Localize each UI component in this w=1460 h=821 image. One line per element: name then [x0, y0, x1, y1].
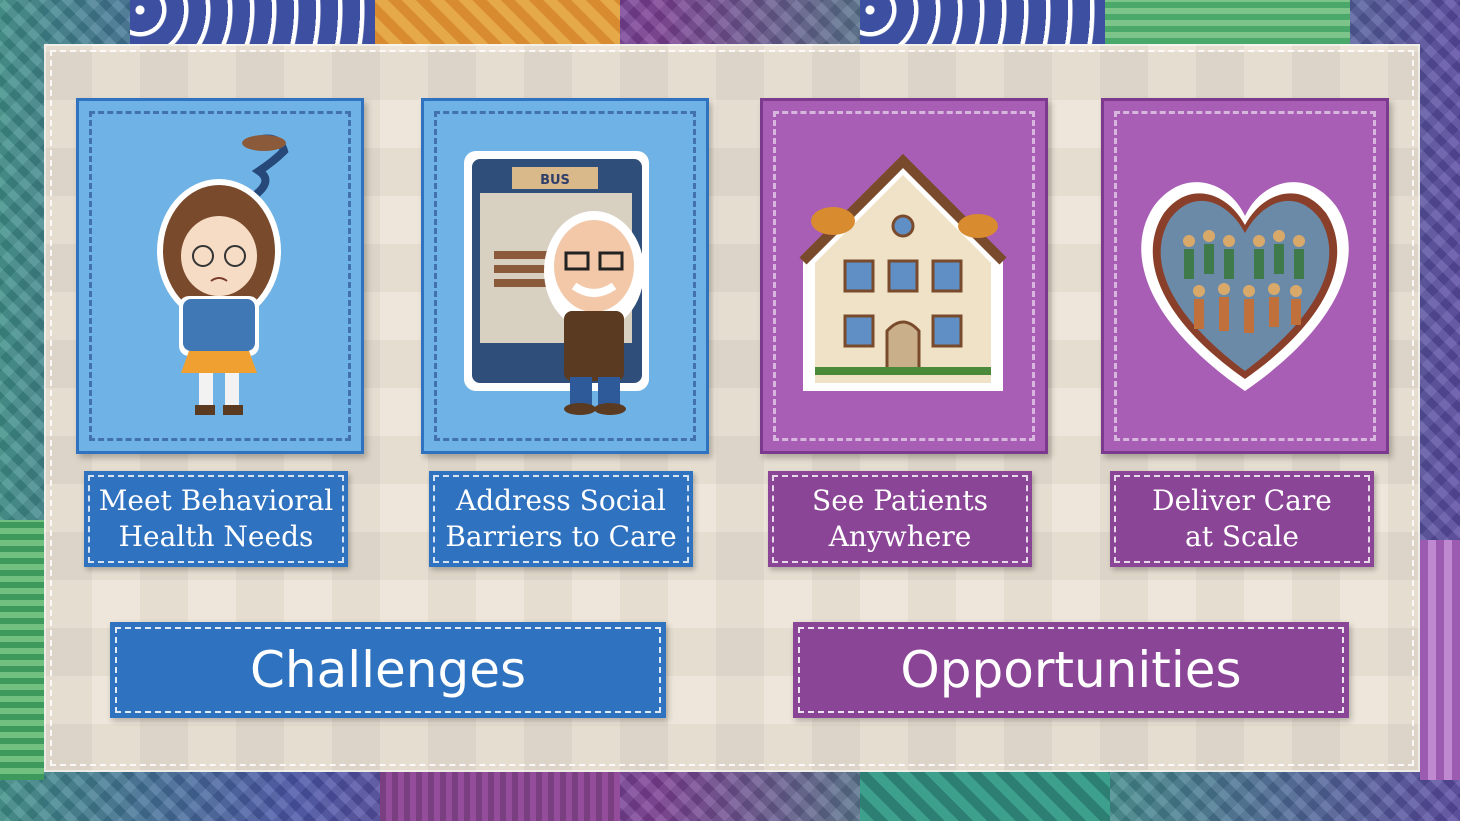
label-text: Deliver Care at Scale: [1152, 484, 1332, 553]
house-icon: [799, 153, 1007, 391]
border-patch-top-2: [375, 0, 620, 44]
elderly-man-at-bus-stop-icon: BUS: [464, 151, 649, 415]
opportunities-banner-text: Opportunities: [900, 641, 1242, 699]
label-deliver-care-at-scale: Deliver Care at Scale: [1110, 471, 1374, 567]
label-text: Meet Behavioral Health Needs: [98, 484, 334, 553]
bus-sign: BUS: [540, 173, 570, 188]
border-patch-top-4: [1105, 0, 1350, 44]
label-address-social-barriers: Address Social Barriers to Care: [429, 471, 693, 567]
border-patch-top: [130, 0, 375, 44]
border-patch-top-3: [860, 0, 1105, 44]
card-care-at-scale: [1101, 98, 1389, 454]
label-see-patients-anywhere: See Patients Anywhere: [768, 471, 1032, 567]
label-meet-behavioral-health-needs: Meet Behavioral Health Needs: [84, 471, 348, 567]
opportunities-banner: Opportunities: [793, 622, 1349, 718]
card-social-barriers: BUS: [421, 98, 709, 454]
quilt-slide: BUS Meet Behavioral Health Needs Address…: [0, 0, 1460, 821]
label-text: See Patients Anywhere: [812, 484, 988, 553]
card-behavioral-health: [76, 98, 364, 454]
challenges-banner: Challenges: [110, 622, 666, 718]
border-patch-bottom: [380, 772, 620, 821]
girl-with-storm-cloud-icon: [157, 134, 289, 415]
card-see-patients: [760, 98, 1048, 454]
heart-with-crowd-icon: [1141, 182, 1349, 391]
challenges-banner-text: Challenges: [249, 641, 527, 699]
border-patch-right: [1420, 540, 1460, 780]
border-patch-left: [0, 520, 44, 780]
border-patch-bottom-2: [860, 772, 1110, 821]
label-text: Address Social Barriers to Care: [445, 484, 677, 553]
